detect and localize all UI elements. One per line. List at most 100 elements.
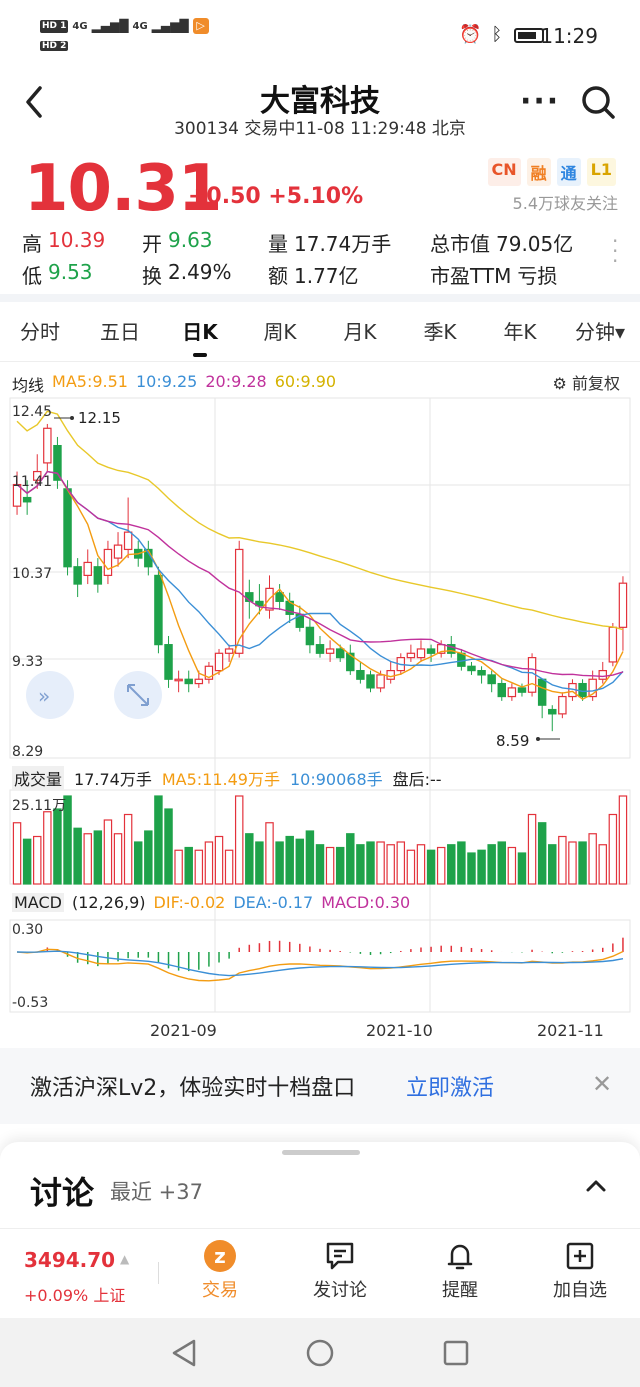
amount-label: 额 xyxy=(268,263,288,288)
volume-bar xyxy=(265,822,274,885)
volume-bar xyxy=(527,813,537,885)
volume-bar xyxy=(558,835,567,885)
candle xyxy=(346,644,355,675)
high-value: 10.39 xyxy=(48,227,106,252)
volume-bar xyxy=(224,849,234,885)
volume-label: 成交量 xyxy=(12,766,65,790)
candle xyxy=(477,666,486,684)
chart-grid xyxy=(9,397,631,1013)
index-change[interactable]: +0.09% 上证 xyxy=(24,1282,125,1306)
badge-cn[interactable]: CN xyxy=(487,158,521,186)
discussion-recent: 最近 +37 xyxy=(110,1180,203,1204)
signal-icon-2: ▂▄▆█ xyxy=(151,18,189,33)
nav-home-icon[interactable] xyxy=(305,1338,335,1368)
volume-total: 17.74万手 xyxy=(74,770,152,789)
quote-stats: 高 10.39 开 9.63 量 17.74万手 总市值 79.05亿 低 9.53 换2… xyxy=(22,226,573,290)
tab-five-day[interactable]: 五日 xyxy=(80,306,160,361)
tab-intraday[interactable]: 分时 xyxy=(0,306,80,361)
post-discussion-button[interactable]: 发讨论 xyxy=(290,1236,390,1302)
system-icons: ⏰ ᛒ xyxy=(459,24,544,45)
candle xyxy=(154,566,163,654)
tab-quarterly-k[interactable]: 季K xyxy=(400,306,480,361)
price-axis-4: 9.33 xyxy=(12,654,43,670)
fast-forward-button[interactable]: » xyxy=(26,671,74,719)
bell-icon xyxy=(447,1244,473,1270)
search-icon[interactable] xyxy=(580,84,616,120)
candle xyxy=(467,661,476,675)
candle xyxy=(275,584,284,611)
up-arrow-icon: ▲ xyxy=(120,1252,130,1266)
macd-label: MACD xyxy=(12,893,64,912)
network-type-2: 4G xyxy=(132,20,148,32)
badge-margin[interactable]: 融 xyxy=(526,158,551,186)
price-axis-bottom: 8.29 xyxy=(12,744,43,760)
volume-bar xyxy=(245,833,254,885)
candle xyxy=(285,592,294,623)
nav-recents-icon[interactable] xyxy=(442,1339,470,1367)
badge-level[interactable]: L1 xyxy=(586,158,616,186)
volume-bar xyxy=(285,835,294,885)
ma60-line xyxy=(16,410,624,631)
date-label-oct: 2021-10 xyxy=(366,1021,433,1040)
volume-bar xyxy=(467,852,476,885)
alert-button[interactable]: 提醒 xyxy=(410,1236,510,1302)
candle xyxy=(123,497,133,559)
volume-bar xyxy=(315,844,325,885)
high-label: 高 xyxy=(22,231,42,256)
lv2-banner[interactable]: 激活沪深Lv2，体验实时十档盘口 立即激活 ✕ xyxy=(0,1048,640,1124)
amount-value: 1.77亿 xyxy=(294,263,359,288)
tab-monthly-k[interactable]: 月K xyxy=(320,306,400,361)
chevron-up-icon[interactable] xyxy=(584,1172,608,1200)
status-bar: HD 1 4G ▂▄▆█ 4G ▂▄▆█ ▷ HD 2 ⏰ ᛒ 11:29 xyxy=(0,0,640,72)
candle xyxy=(558,692,567,719)
volume-axis-max: 25.11万 xyxy=(12,798,66,814)
index-value[interactable]: 3494.70 xyxy=(24,1248,115,1272)
nav-back-icon[interactable] xyxy=(170,1338,198,1368)
volume-bar xyxy=(487,844,496,885)
activate-link[interactable]: 立即激活 xyxy=(406,1070,494,1102)
macd-layer xyxy=(16,937,624,982)
tab-yearly-k[interactable]: 年K xyxy=(480,306,560,361)
more-icon[interactable]: ··· xyxy=(520,84,560,119)
volume-bar xyxy=(346,833,355,885)
volume-bar xyxy=(204,841,214,885)
volume-bar xyxy=(164,808,173,885)
period-tabs: 分时 五日 日K 周K 月K 季K 年K 分钟▾ xyxy=(0,306,640,362)
adjust-selector[interactable]: ⚙ 前复权 xyxy=(553,370,620,394)
discussion-title: 讨论 xyxy=(30,1174,95,1212)
macd-axis-top: 0.30 xyxy=(12,922,43,938)
volume-bar xyxy=(73,827,82,885)
candle xyxy=(255,584,264,615)
bar-divider xyxy=(158,1262,159,1284)
close-icon[interactable]: ✕ xyxy=(592,1070,612,1098)
volume-bar xyxy=(154,795,163,885)
trade-button[interactable]: z 交易 xyxy=(170,1236,270,1302)
price-axis-3: 10.37 xyxy=(12,566,52,582)
trade-icon: z xyxy=(204,1240,236,1272)
add-watchlist-button[interactable]: 加自选 xyxy=(530,1236,630,1302)
low-label: 低 xyxy=(22,263,42,288)
volume-layer xyxy=(12,795,628,885)
volume-bar xyxy=(396,841,406,885)
drag-handle[interactable] xyxy=(282,1150,360,1155)
volume-bar xyxy=(507,846,517,885)
volume-label: 量 xyxy=(268,231,288,256)
tab-minute[interactable]: 分钟▾ xyxy=(560,306,640,361)
volume-bar xyxy=(43,811,52,885)
pe-label: 市盈TTM xyxy=(430,263,512,288)
tab-daily-k[interactable]: 日K xyxy=(160,306,240,361)
volume-bar xyxy=(517,852,527,885)
expand-stats-icon[interactable]: · · · xyxy=(612,231,618,271)
tab-weekly-k[interactable]: 周K xyxy=(240,306,320,361)
candle xyxy=(548,705,557,732)
kline-chart[interactable]: 12.45 11.41 10.37 9.33 8.29 12.15 8.59 »… xyxy=(0,392,640,1042)
adjust-label: 前复权 xyxy=(571,374,620,393)
followers-count: 5.4万球友关注 xyxy=(512,194,618,213)
fullscreen-button[interactable] xyxy=(114,671,162,719)
low-mark-label: 8.59 xyxy=(496,732,529,750)
clock: 11:29 xyxy=(540,24,598,48)
market-cap-value: 79.05亿 xyxy=(496,231,574,256)
badge-connect[interactable]: 通 xyxy=(556,158,581,186)
volume-bar xyxy=(386,844,395,885)
volume-bar xyxy=(214,835,224,885)
